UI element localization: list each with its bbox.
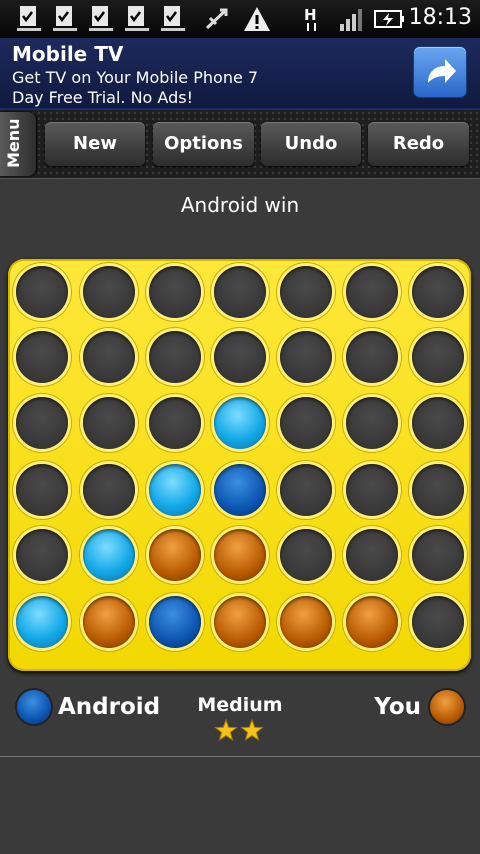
board-cell-empty[interactable] <box>149 331 201 383</box>
board-cell-empty[interactable] <box>346 529 398 581</box>
board-cell-empty[interactable] <box>83 464 135 516</box>
board-cell-you[interactable] <box>214 529 266 581</box>
board-cell-empty[interactable] <box>83 397 135 449</box>
ad-banner[interactable]: Mobile TV Get TV on Your Mobile Phone 7 … <box>0 38 480 110</box>
board-cell-empty[interactable] <box>16 266 68 318</box>
difficulty-stars <box>214 719 264 742</box>
board-cell-empty[interactable] <box>412 331 464 383</box>
board-cell-empty[interactable] <box>280 331 332 383</box>
board-cell-you[interactable] <box>83 596 135 648</box>
board-cell-android[interactable] <box>83 529 135 581</box>
board-cell-empty[interactable] <box>412 529 464 581</box>
signal-icon <box>336 4 366 34</box>
ad-title: Mobile TV <box>12 42 124 66</box>
board-cell-win[interactable] <box>149 596 201 648</box>
usb-debug-icon <box>202 4 232 34</box>
board-cell-you[interactable] <box>280 596 332 648</box>
new-button[interactable]: New <box>45 122 145 166</box>
board-cell-empty[interactable] <box>280 464 332 516</box>
redo-button[interactable]: Redo <box>368 122 469 166</box>
game-board[interactable] <box>8 259 471 671</box>
board-cell-you[interactable] <box>346 596 398 648</box>
board-cell-empty[interactable] <box>16 464 68 516</box>
board-cell-empty[interactable] <box>346 397 398 449</box>
board-cell-empty[interactable] <box>346 331 398 383</box>
board-cell-empty[interactable] <box>16 529 68 581</box>
toolbar: Menu New Options Undo Redo <box>0 110 480 179</box>
board-cell-empty[interactable] <box>16 331 68 383</box>
ad-open-button[interactable] <box>414 47 466 97</box>
menu-label: Menu <box>4 118 23 168</box>
board-cell-empty[interactable] <box>83 331 135 383</box>
board-cell-empty[interactable] <box>412 397 464 449</box>
board-cell-android[interactable] <box>16 596 68 648</box>
download-done-icon <box>158 4 188 34</box>
board-cell-empty[interactable] <box>83 266 135 318</box>
options-button[interactable]: Options <box>153 122 254 166</box>
share-arrow-icon <box>428 59 456 83</box>
battery-charging-icon <box>374 4 404 34</box>
star-icon <box>214 719 238 742</box>
board-cell-empty[interactable] <box>412 266 464 318</box>
undo-button[interactable]: Undo <box>261 122 361 166</box>
board-cell-empty[interactable] <box>346 464 398 516</box>
board-cell-empty[interactable] <box>149 397 201 449</box>
game-status: Android win <box>180 193 300 217</box>
menu-tab[interactable]: Menu <box>0 112 36 176</box>
board-cell-empty[interactable] <box>412 596 464 648</box>
board-cell-you[interactable] <box>214 596 266 648</box>
network-h-icon: H <box>298 4 328 34</box>
download-done-icon <box>14 4 44 34</box>
board-cell-empty[interactable] <box>214 331 266 383</box>
divider <box>0 756 480 757</box>
board-cell-empty[interactable] <box>149 266 201 318</box>
svg-text:H: H <box>304 6 317 24</box>
status-bar: H 18:13 <box>0 0 480 38</box>
download-done-icon <box>122 4 152 34</box>
board-cell-empty[interactable] <box>16 397 68 449</box>
you-chip-icon <box>430 690 464 724</box>
ad-description: Get TV on Your Mobile Phone 7 Day Free T… <box>12 68 259 107</box>
board-cell-empty[interactable] <box>280 397 332 449</box>
board-cell-android[interactable] <box>149 464 201 516</box>
board-cell-empty[interactable] <box>412 464 464 516</box>
clock: 18:13 <box>408 5 472 30</box>
board-cell-android[interactable] <box>214 397 266 449</box>
board-cell-empty[interactable] <box>346 266 398 318</box>
warning-icon <box>242 4 272 34</box>
player-you-label: You <box>374 694 421 720</box>
board-cell-win[interactable] <box>214 464 266 516</box>
download-done-icon <box>86 4 116 34</box>
board-cell-you[interactable] <box>149 529 201 581</box>
star-icon <box>240 719 264 742</box>
board-cell-empty[interactable] <box>280 266 332 318</box>
board-cell-empty[interactable] <box>214 266 266 318</box>
board-cell-empty[interactable] <box>280 529 332 581</box>
download-done-icon <box>50 4 80 34</box>
